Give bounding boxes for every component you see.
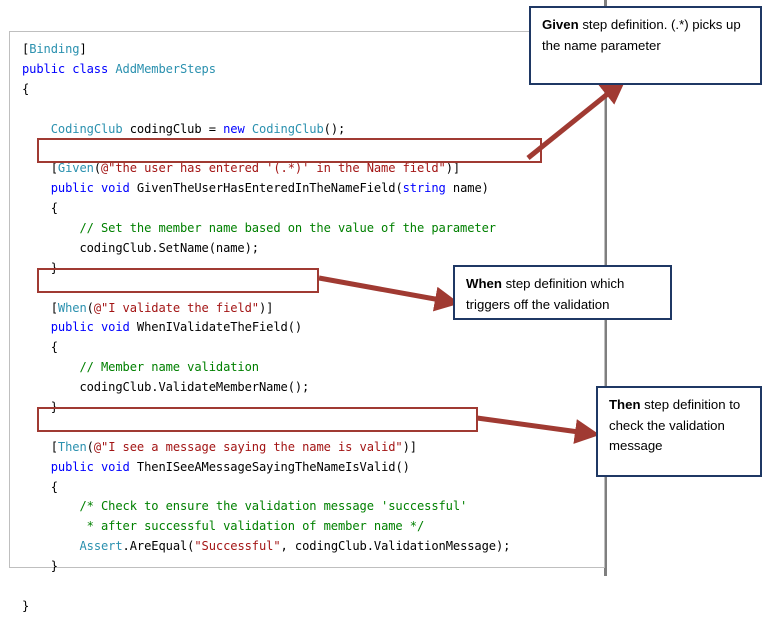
code-token: public void bbox=[50, 320, 137, 335]
code-token: [ bbox=[22, 300, 58, 315]
code-token: )] bbox=[259, 300, 274, 315]
code-token: public void bbox=[50, 181, 137, 196]
code-token: When bbox=[57, 300, 87, 315]
code-line: public void GivenTheUserHasEnteredInTheN… bbox=[22, 179, 510, 199]
code-token: [ bbox=[22, 439, 58, 454]
code-line: [Binding] bbox=[22, 40, 510, 60]
code-line: { bbox=[22, 478, 510, 498]
code-line: } bbox=[22, 557, 510, 577]
code-line: public void ThenISeeAMessageSayingTheNam… bbox=[22, 458, 510, 478]
code-token: { bbox=[22, 479, 58, 494]
code-token: codingClub = bbox=[122, 121, 224, 136]
code-token: CodingClub bbox=[50, 121, 123, 136]
highlight-box-when-attribute bbox=[37, 268, 319, 293]
code-token: codingClub.ValidateMemberName(); bbox=[22, 380, 310, 395]
code-token: ( bbox=[93, 161, 101, 176]
code-token: ( bbox=[86, 439, 94, 454]
code-token: .AreEqual( bbox=[122, 539, 195, 554]
highlight-box-given-attribute bbox=[37, 138, 542, 163]
code-token: new bbox=[223, 121, 252, 136]
code-token: )] bbox=[402, 439, 417, 454]
code-token: Assert bbox=[79, 539, 123, 554]
code-token: { bbox=[22, 81, 30, 96]
code-token: /* Check to ensure the validation messag… bbox=[79, 499, 468, 514]
code-listing: [Binding] public class AddMemberSteps{ Co… bbox=[22, 40, 510, 617]
code-line: codingClub.SetName(name); bbox=[22, 239, 510, 259]
code-token: { bbox=[22, 201, 58, 216]
code-line: CodingClub codingClub = new CodingClub()… bbox=[22, 120, 510, 140]
callout-when: When step definition which triggers off … bbox=[453, 265, 672, 320]
code-token: [ bbox=[22, 161, 58, 176]
code-token: "Successful" bbox=[194, 539, 281, 554]
code-token: @"I see a message saying the name is val… bbox=[93, 439, 403, 454]
callout-given-keyword: Given bbox=[542, 17, 579, 32]
code-token: Given bbox=[57, 161, 94, 176]
code-token: ThenISeeAMessageSayingTheNameIsValid() bbox=[136, 459, 410, 474]
code-line: } bbox=[22, 597, 510, 617]
code-token: public void bbox=[50, 459, 137, 474]
code-token: // Set the member name based on the valu… bbox=[79, 221, 496, 236]
code-token: @"I validate the field" bbox=[93, 300, 259, 315]
code-token: AddMemberSteps bbox=[115, 61, 216, 76]
code-token: Binding bbox=[29, 42, 80, 56]
code-token: WhenIValidateTheField() bbox=[136, 320, 303, 335]
code-token: , codingClub.ValidationMessage); bbox=[280, 539, 511, 554]
code-token: GivenTheUserHasEnteredInTheNameField( bbox=[136, 181, 403, 196]
code-line: /* Check to ensure the validation messag… bbox=[22, 497, 510, 517]
code-token: ( bbox=[86, 300, 94, 315]
code-token: * after successful validation of member … bbox=[86, 519, 425, 534]
code-line: Assert.AreEqual("Successful", codingClub… bbox=[22, 537, 510, 557]
code-line: { bbox=[22, 80, 510, 100]
code-token: Then bbox=[57, 439, 87, 454]
code-line: * after successful validation of member … bbox=[22, 517, 510, 537]
code-line: { bbox=[22, 199, 510, 219]
code-token: CodingClub bbox=[251, 121, 324, 136]
arrow-then bbox=[476, 415, 600, 444]
code-token: (); bbox=[323, 121, 346, 136]
code-line: { bbox=[22, 338, 510, 358]
code-token: )] bbox=[445, 161, 461, 176]
callout-given: Given step definition. (.*) picks up the… bbox=[529, 6, 762, 85]
code-token: name) bbox=[445, 181, 489, 196]
code-token: ] bbox=[79, 42, 87, 56]
code-line: // Set the member name based on the valu… bbox=[22, 219, 510, 239]
callout-then: Then step definition to check the valida… bbox=[596, 386, 762, 477]
code-token: } bbox=[22, 598, 30, 613]
code-line: codingClub.ValidateMemberName(); bbox=[22, 378, 510, 398]
code-token: { bbox=[22, 340, 58, 355]
code-token: public class bbox=[22, 61, 116, 76]
code-line: [Then(@"I see a message saying the name … bbox=[22, 438, 510, 458]
callout-then-keyword: Then bbox=[609, 397, 641, 412]
code-line: // Member name validation bbox=[22, 358, 510, 378]
callout-when-keyword: When bbox=[466, 276, 502, 291]
highlight-box-then-attribute bbox=[37, 407, 478, 432]
code-line: public class AddMemberSteps bbox=[22, 60, 510, 80]
arrow-given bbox=[526, 79, 626, 160]
code-token: // Member name validation bbox=[79, 360, 259, 375]
code-token: @"the user has entered '(.*)' in the Nam… bbox=[101, 161, 446, 176]
arrow-when bbox=[318, 275, 460, 312]
code-line: public void WhenIValidateTheField() bbox=[22, 318, 510, 338]
code-token: string bbox=[402, 181, 446, 196]
code-token: codingClub.SetName(name); bbox=[22, 240, 259, 255]
code-token: } bbox=[22, 559, 58, 574]
